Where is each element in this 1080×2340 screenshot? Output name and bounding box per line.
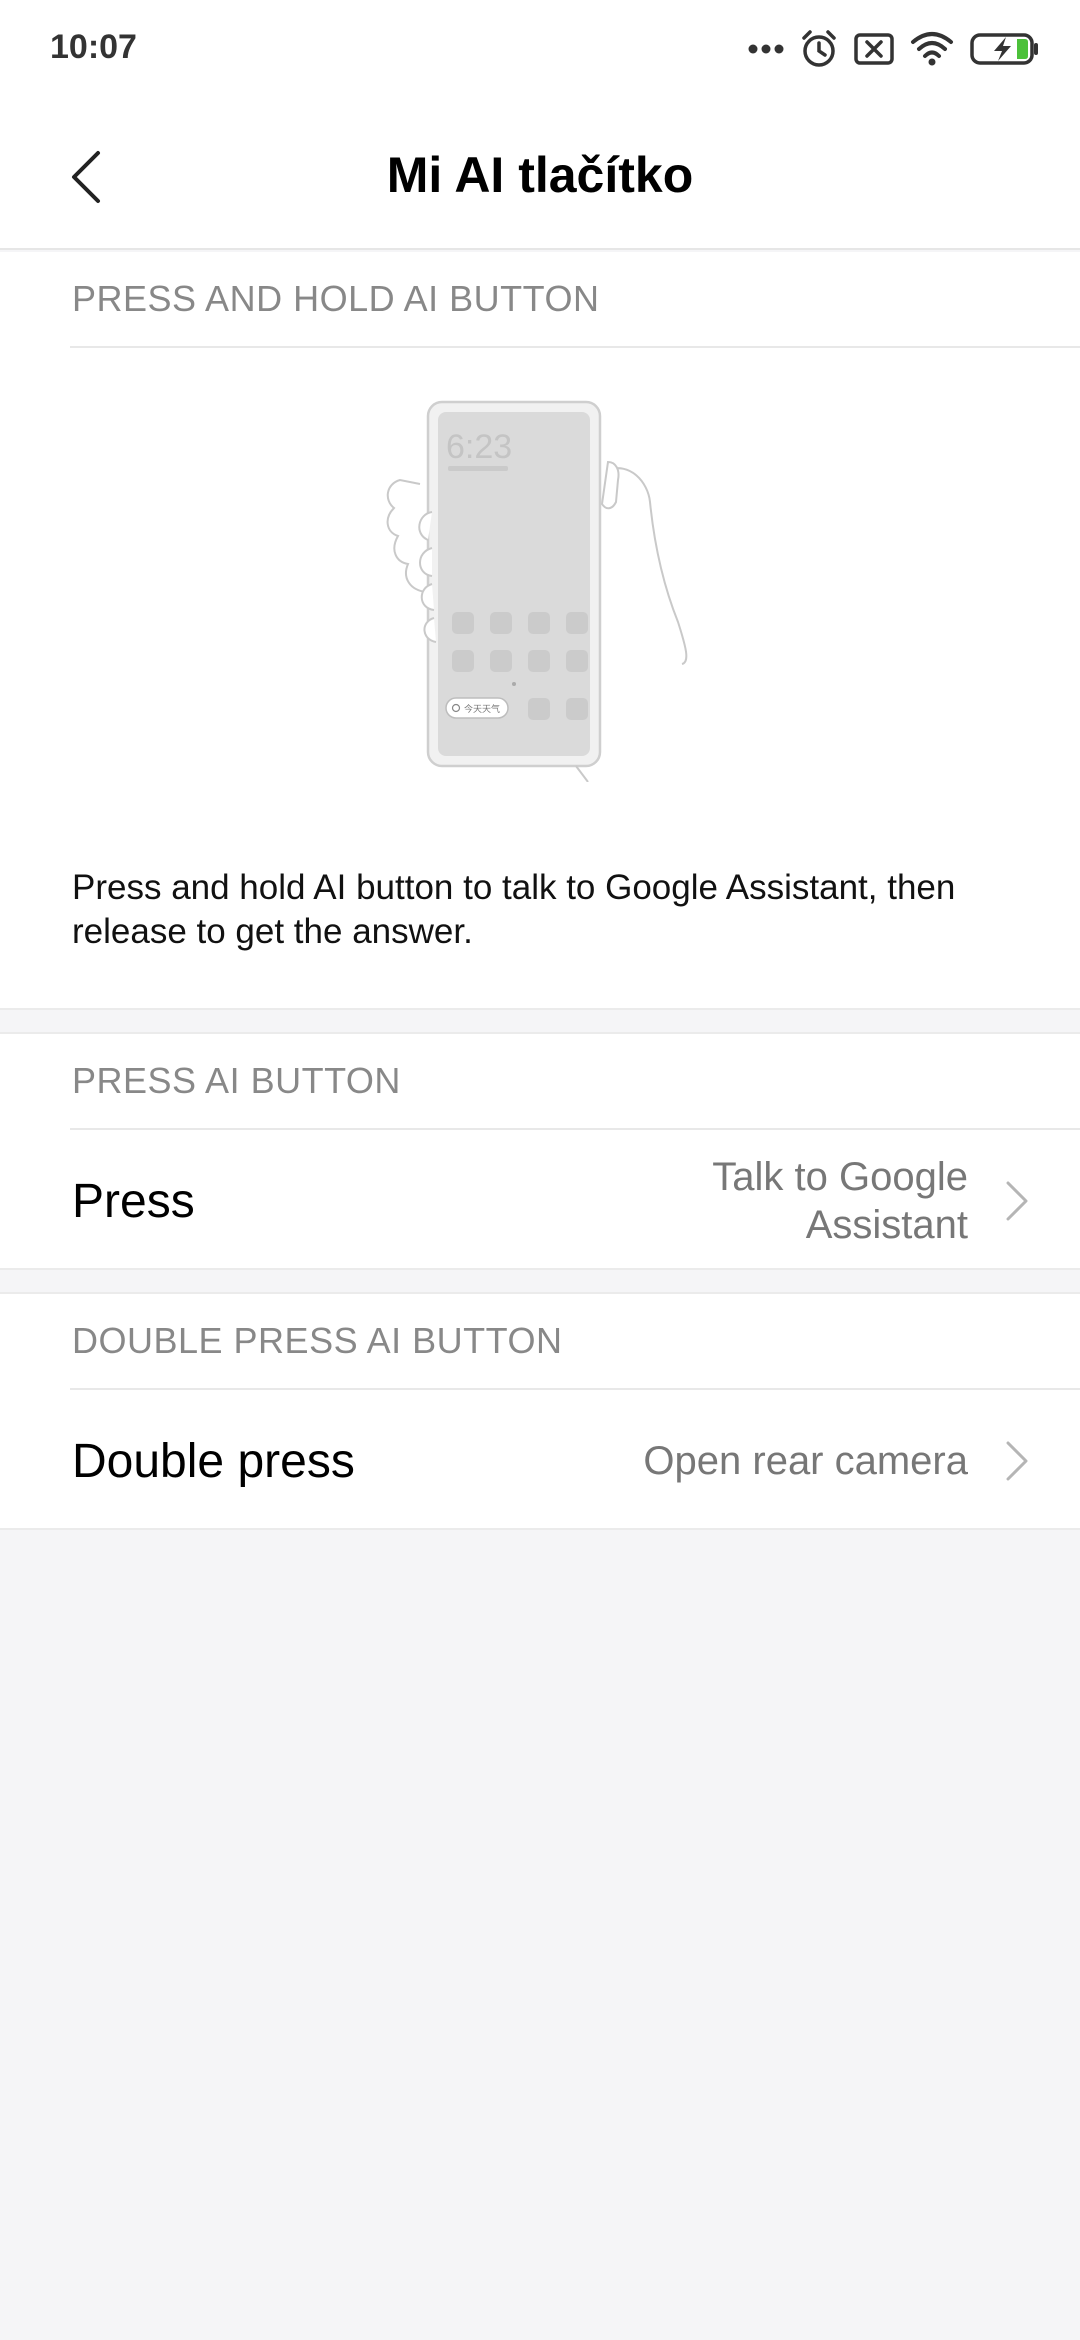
- double-press-value: Open rear camera: [643, 1439, 968, 1483]
- section-header-press: PRESS AI BUTTON: [72, 1060, 401, 1101]
- status-bar: 10:07: [0, 0, 1080, 100]
- section-header-double-press: DOUBLE PRESS AI BUTTON: [72, 1320, 563, 1361]
- section-header-press-and-hold: PRESS AND HOLD AI BUTTON: [72, 278, 600, 319]
- chevron-right-icon: [1006, 1441, 1028, 1481]
- press-row[interactable]: Press Talk to Google Assistant: [0, 1130, 1080, 1272]
- page-title: Mi AI tlačítko: [386, 147, 694, 203]
- double-press-label: Double press: [72, 1434, 355, 1488]
- wifi-icon: [911, 32, 953, 66]
- more-dots-icon: [748, 44, 784, 54]
- illustration-pill-text: 今天天气: [464, 703, 500, 715]
- press-card: PRESS AI BUTTON Press Talk to Google Ass…: [0, 1032, 1080, 1270]
- status-icons: [748, 26, 1040, 72]
- title-bar: Mi AI tlačítko: [0, 100, 1080, 250]
- description-text: Press and hold AI button to talk to Goog…: [72, 868, 956, 951]
- phone-illustration: 6:23 今天天气: [386, 400, 688, 782]
- press-label: Press: [72, 1174, 195, 1228]
- notification-x-icon: [854, 33, 894, 65]
- screen: 10:07 Mi AI tlačítko PRESS AND HOLD AI B…: [0, 0, 1080, 2340]
- chevron-right-icon: [1006, 1181, 1028, 1221]
- battery-charging-icon: [970, 33, 1038, 65]
- double-press-row[interactable]: Double press Open rear camera: [0, 1390, 1080, 1532]
- alarm-icon: [802, 30, 836, 67]
- status-time: 10:07: [50, 28, 137, 66]
- section-divider: [70, 346, 1080, 348]
- illustration-clock: 6:23: [446, 428, 512, 466]
- press-value: Talk to Google Assistant: [712, 1155, 968, 1247]
- double-press-card: DOUBLE PRESS AI BUTTON Double press Open…: [0, 1292, 1080, 1530]
- press-and-hold-card: PRESS AND HOLD AI BUTTON 6:23 今天天气 Press…: [0, 252, 1080, 1010]
